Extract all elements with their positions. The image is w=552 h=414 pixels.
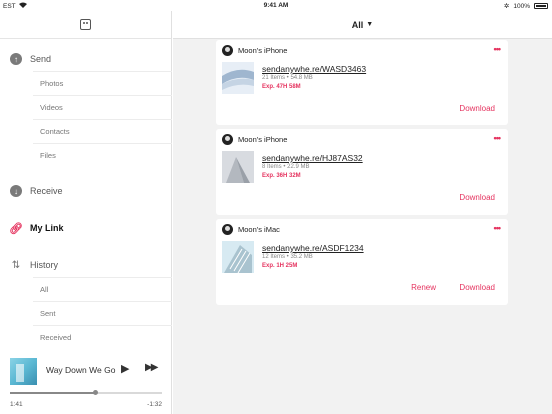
sidebar-item-label: Receive: [30, 186, 63, 196]
bluetooth-icon: ✲: [503, 3, 510, 10]
card-expiry: Exp. 36H 32M: [262, 173, 301, 179]
sidebar-item-my-link[interactable]: 🔗︎ My Link: [0, 216, 172, 240]
renew-button[interactable]: Renew: [411, 283, 436, 292]
card-device: Moon's iPhone: [222, 45, 287, 56]
sidebar-item-label: Send: [30, 54, 52, 64]
sidebar-subitem-files[interactable]: Files: [33, 143, 172, 167]
main-content: All ▼ Moon's iPhone ••• sendanywhe.re/WA…: [173, 11, 552, 414]
share-link[interactable]: sendanywhe.re/HJ87AS32: [262, 153, 363, 163]
app-logo-icon[interactable]: [80, 19, 91, 30]
card-device: Moon's iMac: [222, 224, 280, 235]
download-button[interactable]: Download: [459, 193, 495, 202]
download-button[interactable]: Download: [459, 104, 495, 113]
status-bar: EST 9:41 AM ✲ 100%: [0, 0, 552, 11]
avatar: [222, 45, 233, 56]
link-icon: 🔗︎: [9, 222, 23, 235]
sidebar-subitem-received[interactable]: Received: [33, 325, 172, 349]
avatar: [222, 134, 233, 145]
avatar: [222, 224, 233, 235]
status-time: 9:41 AM: [263, 2, 289, 9]
device-name: Moon's iMac: [238, 225, 280, 234]
play-icon[interactable]: ▶: [121, 362, 129, 375]
filter-dropdown[interactable]: All ▼: [173, 11, 552, 39]
share-link[interactable]: sendanywhe.re/WASD3463: [262, 64, 366, 74]
more-options-icon[interactable]: •••: [494, 133, 502, 143]
progress-fill: [10, 392, 96, 394]
link-card: Moon's iPhone ••• sendanywhe.re/WASD3463…: [216, 40, 508, 125]
sidebar-subitem-sent[interactable]: Sent: [33, 301, 172, 325]
sidebar-item-send[interactable]: ↑ Send: [0, 47, 172, 71]
file-thumbnail[interactable]: [222, 241, 254, 273]
sidebar: ↑ Send Photos Videos Contacts Files ↓ Re…: [0, 11, 172, 414]
track-title: Way Down We Go: [46, 365, 116, 375]
time-remaining: -1:32: [147, 401, 162, 408]
sidebar-item-label: My Link: [30, 223, 64, 233]
fast-forward-icon[interactable]: ▶▶: [145, 362, 158, 373]
history-arrows-icon: ⇅: [11, 259, 21, 271]
sidebar-item-receive[interactable]: ↓ Receive: [0, 179, 172, 203]
link-card: Moon's iMac ••• sendanywhe.re/ASDF1234 1…: [216, 219, 508, 305]
card-meta: 8 Items • 22.9 MB: [262, 164, 310, 170]
sidebar-item-label: History: [30, 260, 59, 270]
caret-down-icon: ▼: [366, 21, 374, 28]
card-expiry: Exp. 47H 58M: [262, 84, 301, 90]
sidebar-header: [0, 11, 171, 39]
music-player: Way Down We Go ▶ ▶▶ 1:41 -1:32: [0, 354, 172, 414]
card-meta: 12 Items • 35.2 MB: [262, 254, 313, 260]
share-link[interactable]: sendanywhe.re/ASDF1234: [262, 243, 364, 253]
receive-arrow-down-icon: ↓: [10, 185, 22, 197]
sidebar-subitem-all[interactable]: All: [33, 277, 172, 301]
download-button[interactable]: Download: [459, 283, 495, 292]
card-device: Moon's iPhone: [222, 134, 287, 145]
card-meta: 21 Items • 54.8 MB: [262, 75, 313, 81]
battery-percent: 100%: [513, 2, 530, 10]
device-name: Moon's iPhone: [238, 135, 288, 144]
send-arrow-up-icon: ↑: [10, 53, 22, 65]
more-options-icon[interactable]: •••: [494, 44, 502, 54]
sidebar-subitem-videos[interactable]: Videos: [33, 95, 172, 119]
sidebar-subitem-photos[interactable]: Photos: [33, 71, 172, 95]
progress-knob[interactable]: [92, 390, 98, 395]
more-options-icon[interactable]: •••: [494, 223, 502, 233]
file-thumbnail[interactable]: [222, 151, 254, 183]
battery-icon: [534, 3, 548, 9]
device-name: Moon's iPhone: [238, 46, 288, 55]
card-expiry: Exp. 1H 25M: [262, 263, 298, 269]
file-thumbnail[interactable]: [222, 62, 254, 94]
sidebar-item-history[interactable]: ⇅ History: [0, 253, 172, 277]
link-card: Moon's iPhone ••• sendanywhe.re/HJ87AS32…: [216, 129, 508, 215]
sidebar-subitem-contacts[interactable]: Contacts: [33, 119, 172, 143]
filter-label: All: [351, 19, 364, 30]
album-art[interactable]: [10, 358, 37, 385]
time-elapsed: 1:41: [10, 401, 23, 408]
progress-slider[interactable]: [10, 390, 162, 395]
